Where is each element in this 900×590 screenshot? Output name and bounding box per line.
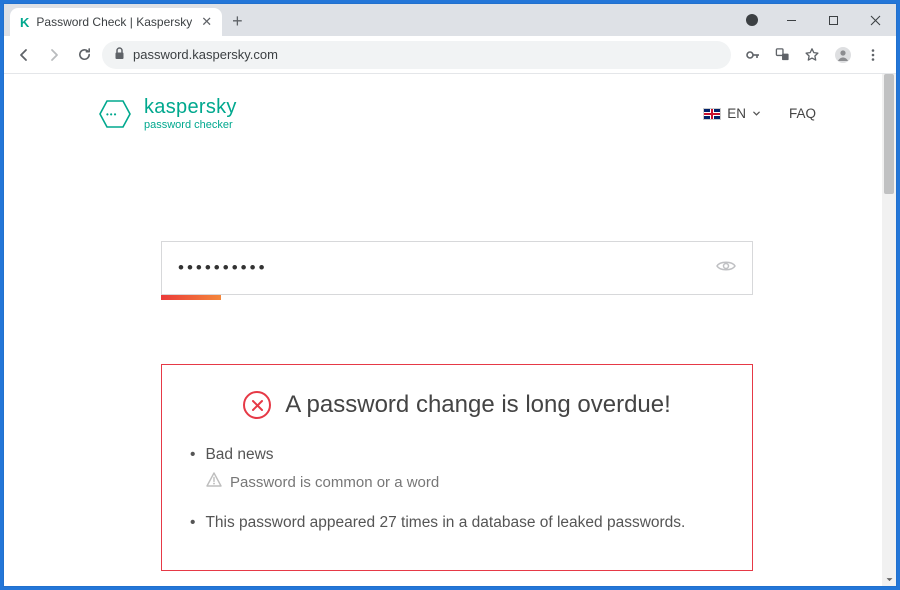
result-item: • This password appeared 27 times in a d… — [190, 511, 724, 534]
scrollbar[interactable] — [882, 74, 896, 586]
window-controls — [746, 4, 896, 36]
chevron-down-icon — [752, 109, 761, 118]
warning-triangle-icon — [206, 472, 222, 495]
password-input[interactable]: •••••••••• — [161, 241, 753, 295]
language-label: EN — [727, 106, 746, 121]
url-text: password.kaspersky.com — [133, 47, 278, 62]
scrollbar-thumb[interactable] — [884, 74, 894, 194]
language-selector[interactable]: EN — [703, 106, 761, 121]
account-dot-icon[interactable] — [746, 14, 758, 26]
result-box: A password change is long overdue! • Bad… — [161, 364, 753, 571]
close-window-button[interactable] — [854, 4, 896, 36]
brand-name: kaspersky — [144, 96, 237, 119]
page-content: ••• kaspersky password checker EN FAQ — [4, 74, 896, 586]
lock-icon — [114, 47, 125, 63]
back-button[interactable] — [12, 43, 36, 67]
result-detail: Password is common or a word — [206, 472, 724, 495]
favicon-icon: K — [20, 15, 29, 30]
strength-meter — [161, 295, 221, 300]
result-item: • Bad news — [190, 443, 724, 466]
error-circle-icon — [243, 391, 271, 419]
scroll-down-icon[interactable] — [882, 572, 896, 586]
browser-window: K Password Check | Kaspersky ✕ + passwor… — [4, 4, 896, 586]
forward-button[interactable] — [42, 43, 66, 67]
star-icon[interactable] — [804, 47, 820, 63]
minimize-button[interactable] — [770, 4, 812, 36]
close-tab-icon[interactable]: ✕ — [199, 14, 214, 30]
result-detail-text: Password is common or a word — [230, 472, 439, 495]
result-item-text: This password appeared 27 times in a dat… — [205, 511, 685, 534]
bullet-icon: • — [190, 511, 195, 534]
reload-button[interactable] — [72, 43, 96, 67]
maximize-button[interactable] — [812, 4, 854, 36]
brand-subtitle: password checker — [144, 119, 237, 131]
eye-icon[interactable] — [716, 259, 736, 278]
profile-icon[interactable] — [834, 46, 852, 64]
result-item-text: Bad news — [205, 443, 273, 466]
svg-text:•••: ••• — [106, 110, 117, 119]
key-icon[interactable] — [745, 47, 761, 63]
address-bar[interactable]: password.kaspersky.com — [102, 41, 731, 69]
new-tab-button[interactable]: + — [222, 11, 253, 36]
toolbar: password.kaspersky.com — [4, 36, 896, 74]
faq-link[interactable]: FAQ — [789, 106, 816, 121]
browser-tab[interactable]: K Password Check | Kaspersky ✕ — [10, 8, 222, 36]
translate-icon[interactable] — [775, 47, 790, 62]
flag-uk-icon — [703, 108, 721, 120]
logo-icon: ••• — [98, 99, 132, 129]
menu-icon[interactable] — [866, 48, 880, 62]
page-header: ••• kaspersky password checker EN FAQ — [4, 74, 896, 131]
tab-title: Password Check | Kaspersky — [36, 15, 192, 29]
password-masked-value: •••••••••• — [178, 258, 268, 278]
titlebar: K Password Check | Kaspersky ✕ + — [4, 4, 896, 36]
brand[interactable]: ••• kaspersky password checker — [98, 96, 237, 131]
bullet-icon: • — [190, 443, 195, 466]
result-title: A password change is long overdue! — [285, 391, 671, 419]
